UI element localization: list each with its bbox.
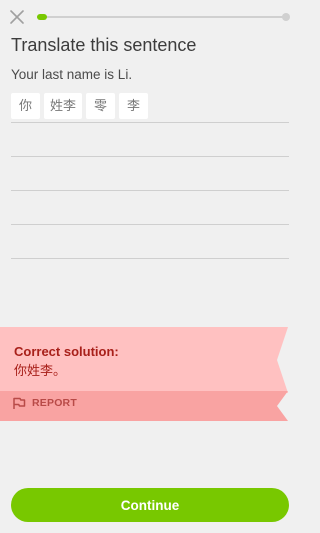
progress-track (37, 16, 285, 18)
report-label: REPORT (32, 397, 77, 409)
report-button[interactable]: REPORT (12, 396, 77, 410)
progress-fill (37, 14, 47, 20)
progress-end-dot (282, 13, 290, 21)
close-icon[interactable] (8, 8, 26, 26)
word-tile[interactable]: 姓李 (44, 93, 83, 119)
exercise-title: Translate this sentence (11, 35, 197, 55)
continue-button[interactable]: Continue (11, 488, 289, 522)
correct-solution-text: 你姓李。 (14, 363, 67, 378)
answer-line (11, 224, 289, 225)
flag-icon (13, 397, 26, 409)
answer-line (11, 156, 289, 157)
feedback-heading: Correct solution: (14, 344, 119, 359)
lesson-progress-bar (37, 13, 290, 21)
word-tile[interactable]: 李 (119, 93, 149, 119)
source-sentence: Your last name is Li. (11, 67, 133, 82)
answer-line (11, 122, 289, 123)
answer-line (11, 190, 289, 191)
word-bank: 你 姓李 零 李 (11, 93, 149, 119)
answer-line (11, 258, 289, 259)
correct-solution-banner: Correct solution: 你姓李。 REPORT (0, 327, 300, 421)
word-tile[interactable]: 零 (86, 93, 116, 119)
word-tile[interactable]: 你 (11, 93, 40, 119)
